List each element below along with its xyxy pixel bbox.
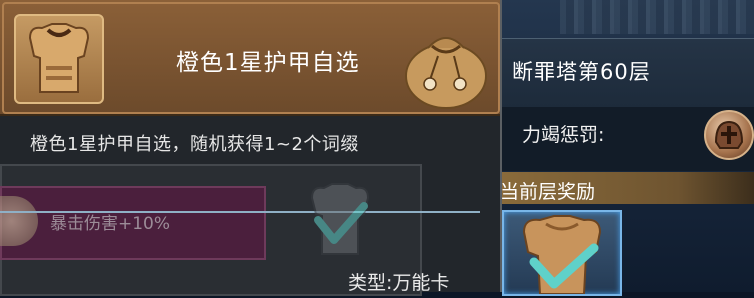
armor-selected-icon xyxy=(300,180,380,260)
loot-bag-icon xyxy=(398,18,494,110)
armor-reward-icon xyxy=(522,215,602,295)
armor-icon xyxy=(28,23,90,93)
divider-line xyxy=(0,211,480,213)
reward-item-slot[interactable] xyxy=(502,210,622,296)
helmet-icon[interactable] xyxy=(704,110,754,160)
reward-header-label: 当前层奖励 xyxy=(500,181,596,203)
item-type-label: 类型:万能卡 xyxy=(348,272,450,294)
armor-icon-frame xyxy=(14,14,104,104)
item-title: 橙色1星护甲自选 xyxy=(176,50,360,76)
penalty-label: 力竭惩罚: xyxy=(522,124,605,146)
item-description: 橙色1星护甲自选，随机获得1~2个词缀 xyxy=(30,134,359,155)
scene-decoration xyxy=(560,0,754,34)
tower-floor-title: 断罪塔第60层 xyxy=(512,60,651,84)
